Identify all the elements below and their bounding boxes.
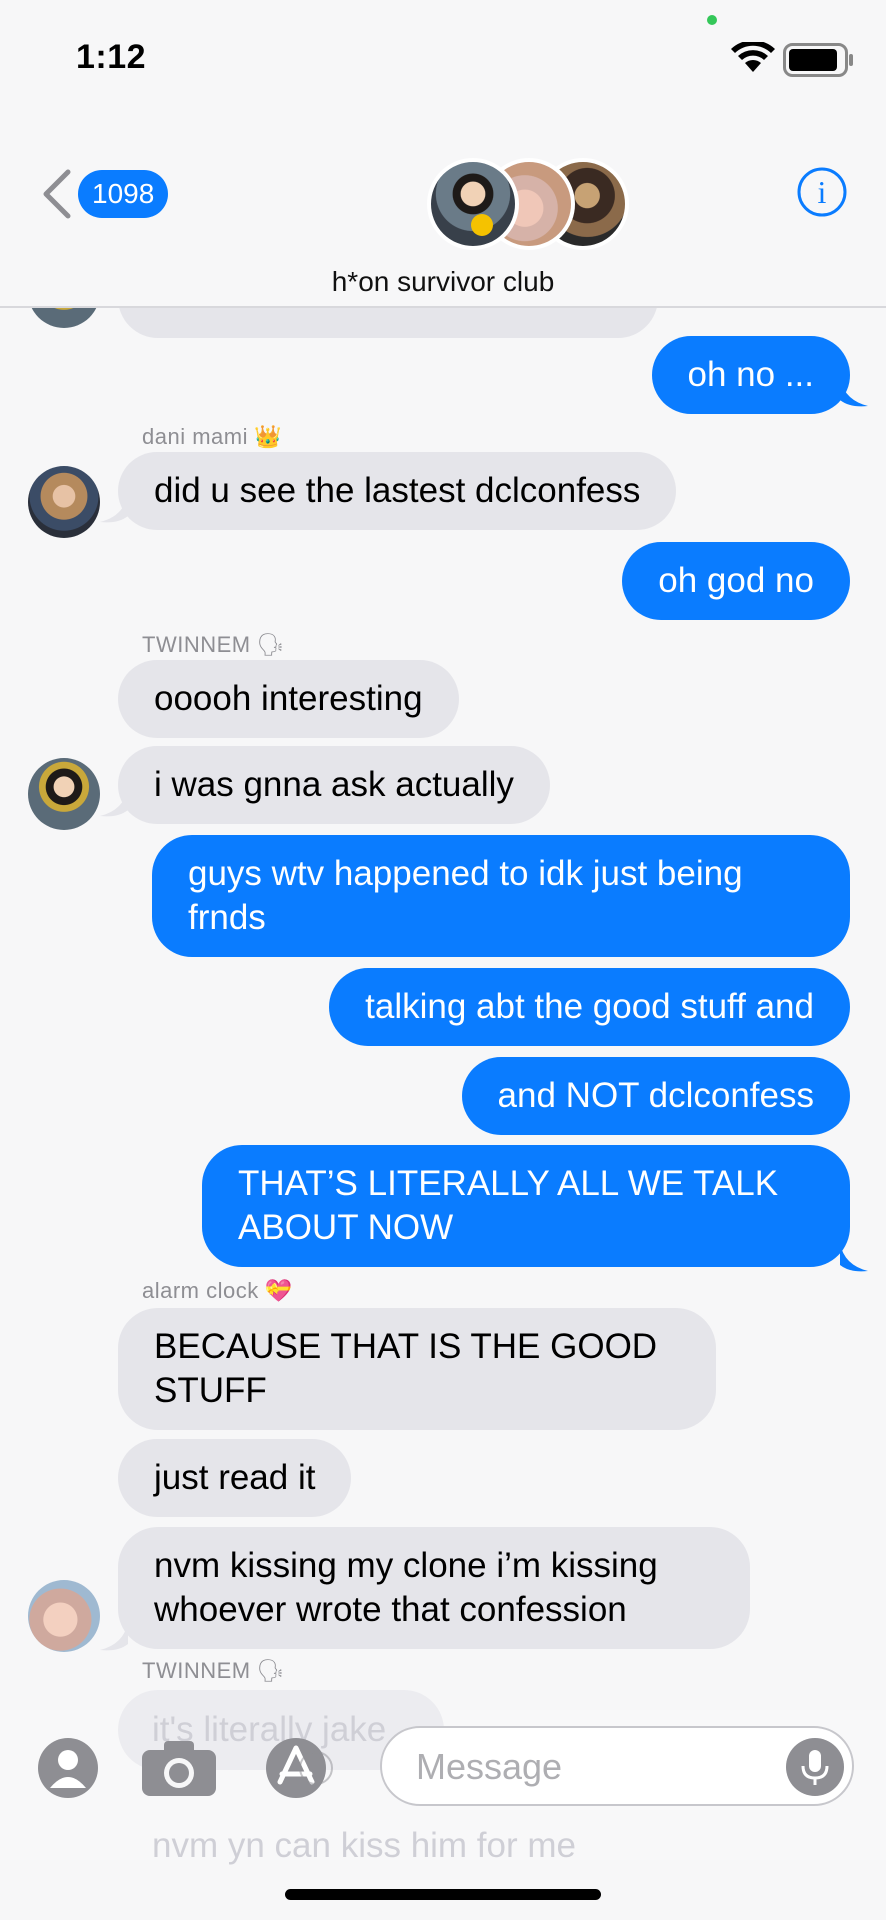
blurred-message-text: nvm yn can kiss him for me (152, 1826, 576, 1865)
message-text: BECAUSE THAT IS THE GOOD (154, 1327, 658, 1366)
unread-count-badge: 1098 (78, 170, 169, 218)
sender-name: dani mami 👑 (142, 424, 282, 449)
back-button[interactable]: 1098 (40, 164, 169, 224)
bubble-tail (100, 788, 128, 817)
message-text: ABOUT NOW (238, 1208, 454, 1247)
message-input[interactable]: Message (380, 1726, 854, 1806)
message-input-bar: it's literally jake nvm yn can kiss him … (0, 1690, 886, 1865)
group-avatar-stack[interactable] (427, 158, 629, 258)
avatar[interactable] (28, 1580, 100, 1652)
message-bubble-incoming[interactable]: just read it (118, 1439, 352, 1517)
message-bubble-outgoing[interactable]: guys wtv happened to idk just being frnd… (152, 835, 850, 957)
avatar[interactable] (28, 758, 100, 830)
bubble-tail (100, 494, 128, 523)
conversation-header: 1098 h*on survivor club i (0, 110, 886, 308)
info-icon[interactable]: i (796, 166, 848, 218)
message-text: THAT’S LITERALLY ALL WE TALK (238, 1164, 779, 1203)
mic-icon (801, 1750, 829, 1785)
privacy-indicator (707, 15, 717, 25)
message-bubble-incoming[interactable]: i was gnna ask actually (118, 746, 550, 824)
bubble-tail (840, 378, 868, 407)
message-bubble-outgoing[interactable]: oh god no (622, 542, 850, 620)
message-bubble-incoming[interactable]: nvm kissing my clone i’m kissing whoever… (118, 1527, 750, 1649)
sender-name: TWINNEM 🗣 (142, 632, 286, 657)
message-bubble-outgoing[interactable]: talking abt the good stuff and (329, 968, 850, 1046)
message-bubble-outgoing[interactable]: oh no ... (651, 336, 850, 414)
contact-icon[interactable] (36, 1736, 100, 1800)
message-thread[interactable]: oh no ... dani mami 👑 did u see the laste… (0, 308, 886, 1708)
message-bubble-outgoing[interactable]: THAT’S LITERALLY ALL WE TALK ABOUT NOW (202, 1145, 850, 1267)
message-text: STUFF (154, 1371, 267, 1410)
bubble-tail (100, 1622, 128, 1651)
chevron-left-icon (43, 169, 71, 219)
svg-text:i: i (818, 174, 827, 210)
message-text: guys wtv happened to idk just being (188, 854, 743, 893)
avatar[interactable] (28, 466, 100, 538)
camera-icon[interactable] (140, 1738, 218, 1798)
sender-name: alarm clock 💝 (142, 1278, 293, 1303)
home-indicator[interactable] (285, 1889, 601, 1900)
message-bubble-incoming[interactable]: BECAUSE THAT IS THE GOOD STUFF (118, 1308, 716, 1430)
app-store-icon[interactable] (264, 1736, 334, 1800)
message-bubble-incoming[interactable]: ooooh interesting (118, 660, 459, 738)
message-bubble-clipped[interactable] (118, 308, 658, 338)
sender-name: TWINNEM 🗣 (142, 1658, 286, 1683)
message-text: nvm kissing my clone i’m kissing (154, 1546, 658, 1585)
battery-icon (783, 43, 853, 77)
bubble-tail (840, 1243, 868, 1272)
group-name[interactable]: h*on survivor club (0, 266, 886, 298)
status-time: 1:12 (76, 38, 147, 76)
message-text: frnds (188, 898, 266, 937)
dictation-button[interactable] (786, 1738, 844, 1796)
message-bubble-outgoing[interactable]: and NOT dclconfess (461, 1057, 850, 1135)
wifi-icon (731, 42, 775, 72)
status-bar: 1:12 (0, 0, 886, 110)
message-bubble-incoming[interactable]: did u see the lastest dclconfess (118, 452, 677, 530)
message-placeholder: Message (416, 1746, 563, 1787)
message-text: whoever wrote that confession (154, 1590, 627, 1629)
avatar (427, 158, 519, 250)
avatar (28, 308, 100, 328)
